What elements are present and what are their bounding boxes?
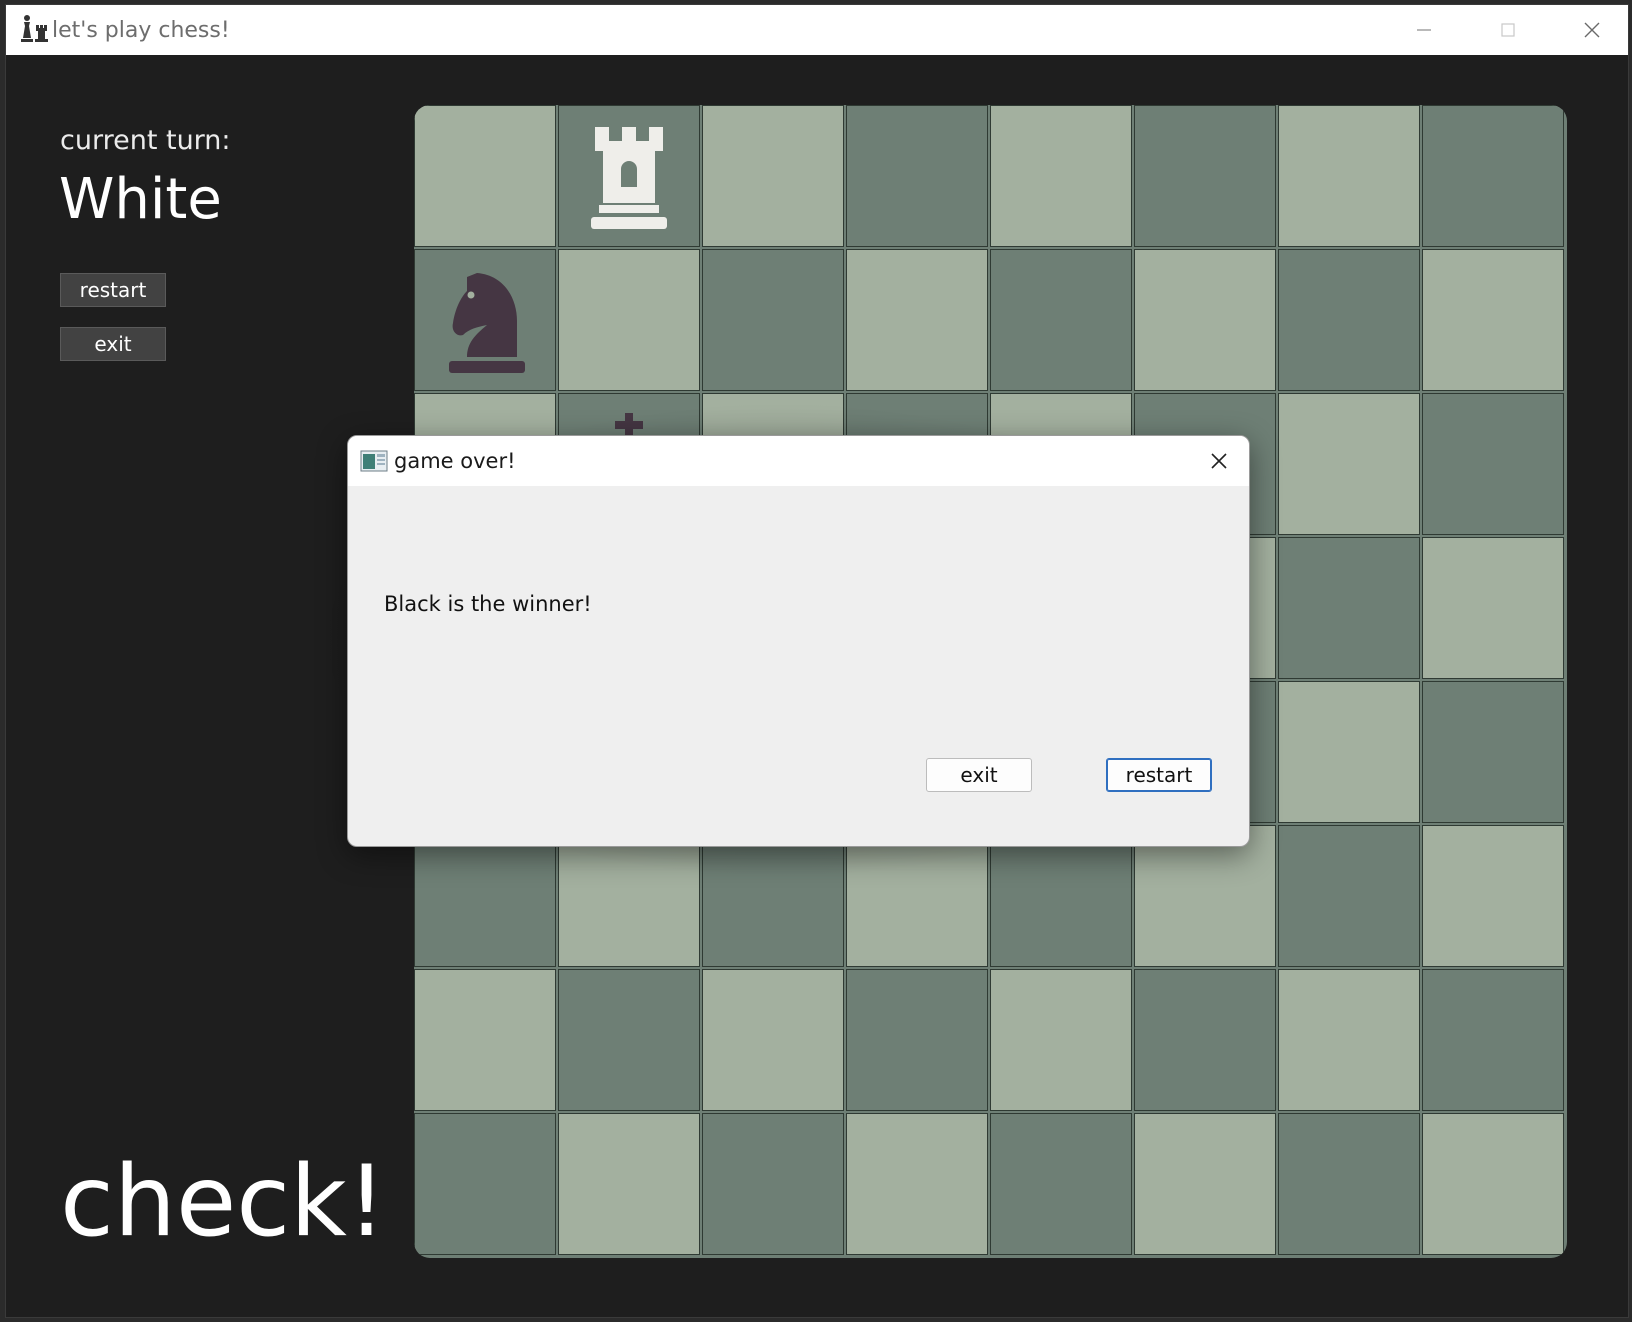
white-rook-icon[interactable] [581, 121, 677, 231]
dialog-message: Black is the winner! [384, 592, 592, 616]
board-square[interactable] [414, 1113, 556, 1255]
board-square[interactable] [1278, 1113, 1420, 1255]
turn-value: White [59, 167, 222, 232]
title-bar: let's play chess! [6, 5, 1628, 55]
chess-pieces-icon [21, 15, 48, 42]
maximize-button[interactable] [1466, 5, 1550, 55]
dialog-title: game over! [394, 449, 516, 473]
dialog-app-icon [360, 450, 388, 472]
board-square[interactable] [1134, 1113, 1276, 1255]
board-square[interactable] [414, 249, 556, 391]
board-square[interactable] [846, 1113, 988, 1255]
board-square[interactable] [990, 249, 1132, 391]
restart-button[interactable]: restart [60, 273, 166, 307]
board-square[interactable] [414, 105, 556, 247]
board-square[interactable] [1422, 825, 1564, 967]
board-square[interactable] [1422, 393, 1564, 535]
window-title: let's play chess! [52, 17, 230, 43]
board-square[interactable] [1278, 825, 1420, 967]
board-square[interactable] [1278, 681, 1420, 823]
close-icon [1211, 453, 1227, 469]
board-square[interactable] [702, 105, 844, 247]
board-square[interactable] [1278, 537, 1420, 679]
game-over-dialog: game over! Black is the winner! exit res… [347, 435, 1250, 847]
dialog-title-bar: game over! [348, 436, 1249, 486]
board-square[interactable] [702, 1113, 844, 1255]
close-button[interactable] [1550, 5, 1628, 55]
board-square[interactable] [558, 1113, 700, 1255]
board-square[interactable] [1134, 249, 1276, 391]
exit-button[interactable]: exit [60, 327, 166, 361]
board-square[interactable] [558, 105, 700, 247]
status-text: check! [60, 1145, 387, 1259]
dialog-restart-button[interactable]: restart [1106, 758, 1212, 792]
board-square[interactable] [846, 249, 988, 391]
board-square[interactable] [990, 1113, 1132, 1255]
board-square[interactable] [1134, 969, 1276, 1111]
board-square[interactable] [1422, 969, 1564, 1111]
minimize-icon [1417, 29, 1431, 31]
turn-label: current turn: [60, 125, 231, 156]
close-icon [1584, 22, 1600, 38]
board-square[interactable] [846, 969, 988, 1111]
board-square[interactable] [846, 105, 988, 247]
dialog-exit-button[interactable]: exit [926, 758, 1032, 792]
board-square[interactable] [1134, 105, 1276, 247]
minimize-button[interactable] [1382, 5, 1466, 55]
board-square[interactable] [1422, 249, 1564, 391]
maximize-icon [1501, 23, 1515, 37]
board-square[interactable] [1278, 105, 1420, 247]
board-square[interactable] [558, 249, 700, 391]
board-square[interactable] [1278, 969, 1420, 1111]
dialog-close-button[interactable] [1189, 436, 1249, 486]
board-square[interactable] [1422, 105, 1564, 247]
board-square[interactable] [702, 249, 844, 391]
black-knight-icon[interactable] [437, 265, 533, 375]
board-square[interactable] [1422, 1113, 1564, 1255]
board-square[interactable] [1278, 249, 1420, 391]
board-square[interactable] [1422, 681, 1564, 823]
board-square[interactable] [1278, 393, 1420, 535]
board-square[interactable] [990, 969, 1132, 1111]
board-square[interactable] [558, 969, 700, 1111]
board-square[interactable] [702, 969, 844, 1111]
board-square[interactable] [414, 969, 556, 1111]
board-square[interactable] [990, 105, 1132, 247]
board-square[interactable] [1422, 537, 1564, 679]
